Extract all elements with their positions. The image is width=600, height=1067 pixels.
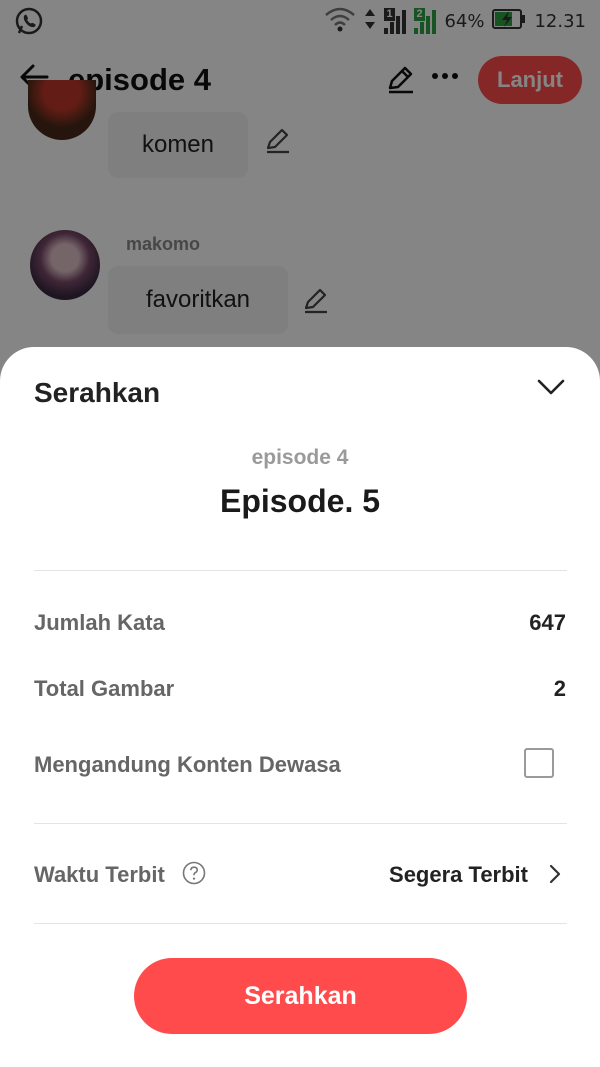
publish-time-value[interactable]: Segera Terbit	[389, 862, 528, 888]
chevron-down-icon[interactable]	[536, 375, 566, 399]
image-count-label: Total Gambar	[34, 676, 175, 701]
episode-subtitle: episode 4	[251, 446, 349, 469]
help-icon[interactable]	[182, 861, 206, 885]
adult-content-checkbox[interactable]	[524, 748, 554, 778]
episode-title: Episode. 5	[219, 483, 381, 519]
adult-content-label: Mengandung Konten Dewasa	[34, 752, 341, 777]
divider	[34, 823, 567, 824]
word-count-label: Jumlah Kata	[34, 610, 165, 635]
chevron-right-icon[interactable]	[546, 862, 564, 886]
submit-button[interactable]: Serahkan	[134, 958, 467, 1034]
divider	[34, 570, 567, 571]
word-count-value: 647	[529, 610, 566, 635]
sheet-title: Serahkan	[34, 377, 161, 408]
submit-bottom-sheet: Serahkan episode 4 Episode. 5 Jumlah Kat…	[0, 347, 600, 1067]
publish-time-label: Waktu Terbit	[34, 862, 165, 887]
divider	[34, 923, 567, 924]
image-count-value: 2	[553, 676, 566, 701]
